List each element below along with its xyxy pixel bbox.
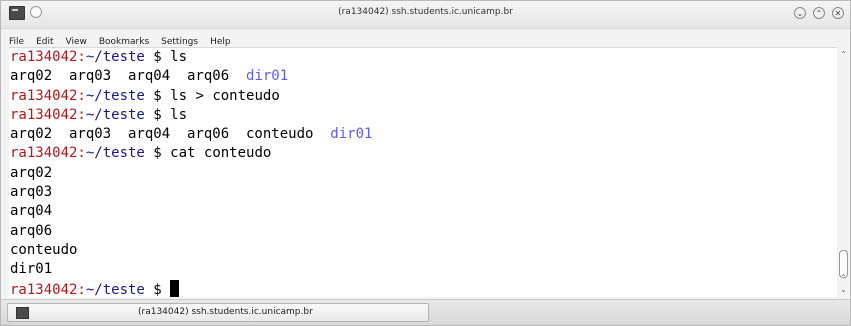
- prompt-user: ra134042:: [10, 87, 86, 104]
- terminal-line: ra134042:~/teste $ cat conteudo: [10, 144, 837, 163]
- terminal-line: ra134042:~/teste $ ls: [10, 48, 837, 67]
- prompt-symbol: $: [144, 145, 171, 162]
- terminal-line: ra134042:~/teste $ ls > conteudo: [10, 87, 837, 106]
- prompt-path: ~/teste: [85, 106, 145, 123]
- prompt-user: ra134042:: [10, 106, 86, 123]
- directory-name: dir01: [330, 126, 373, 143]
- terminal-line: arq04: [10, 203, 53, 220]
- menu-bar: File Edit View Bookmarks Settings Help: [1, 29, 850, 47]
- terminal-line: ra134042:~/teste $: [10, 279, 837, 297]
- command-text: ls: [170, 106, 188, 123]
- terminal-output[interactable]: ra134042:~/teste $ ls arq02 arq03 arq04 …: [9, 47, 837, 297]
- command-text: cat conteudo: [170, 145, 272, 162]
- taskbar-task-button[interactable]: (ra134042) ssh.students.ic.unicamp.br: [7, 303, 429, 322]
- terminal-line: ra134042:~/teste $ ls: [10, 106, 837, 125]
- directory-name: dir01: [246, 68, 289, 85]
- window-title: (ra134042) ssh.students.ic.unicamp.br: [338, 7, 513, 17]
- scroll-up-icon[interactable]: ⌃: [839, 273, 848, 282]
- prompt-symbol: $: [144, 106, 171, 123]
- prompt-path: ~/teste: [85, 87, 145, 104]
- menu-edit[interactable]: Edit: [30, 34, 59, 47]
- menu-bookmarks[interactable]: Bookmarks: [93, 34, 155, 47]
- taskbar: (ra134042) ssh.students.ic.unicamp.br: [1, 299, 850, 325]
- menu-help[interactable]: Help: [204, 34, 237, 47]
- prompt-symbol: $: [144, 49, 171, 65]
- text-cursor: [170, 279, 180, 297]
- menu-settings[interactable]: Settings: [155, 34, 204, 47]
- terminal-window: (ra134042) ssh.students.ic.unicamp.br ⌄ …: [0, 0, 851, 326]
- menu-file[interactable]: File: [1, 34, 30, 47]
- prompt-symbol: $: [144, 281, 171, 297]
- title-bar[interactable]: (ra134042) ssh.students.ic.unicamp.br ⌄ …: [1, 1, 850, 29]
- terminal-line: arq02 arq03 arq04 arq06 conteudo dir01: [10, 125, 837, 144]
- scroll-down-icon[interactable]: ⌄: [839, 285, 848, 294]
- prompt-user: ra134042:: [10, 49, 86, 65]
- taskbar-task-label: (ra134042) ssh.students.ic.unicamp.br: [138, 307, 313, 317]
- scroll-up-icon[interactable]: ⌃: [839, 50, 848, 59]
- prompt-user: ra134042:: [10, 145, 86, 162]
- terminal-line: arq02: [10, 164, 53, 181]
- output-text: arq02 arq03 arq04 arq06: [10, 68, 247, 85]
- close-button[interactable]: ✕: [832, 7, 844, 19]
- prompt-symbol: $: [144, 87, 171, 104]
- output-text: arq02 arq03 arq04 arq06 conteudo: [10, 126, 331, 143]
- terminal-line: arq02 arq03 arq04 arq06 dir01: [10, 67, 837, 86]
- prompt-path: ~/teste: [85, 49, 145, 65]
- command-text: ls > conteudo: [170, 87, 280, 104]
- prompt-user: ra134042:: [10, 281, 86, 297]
- command-text: ls: [170, 49, 188, 65]
- terminal-icon: [16, 307, 29, 319]
- prompt-path: ~/teste: [85, 281, 145, 297]
- terminal-line: dir01: [10, 261, 53, 278]
- minimize-button[interactable]: ⌄: [794, 7, 806, 19]
- prompt-path: ~/teste: [85, 145, 145, 162]
- menu-view[interactable]: View: [60, 34, 93, 47]
- terminal-line: conteudo: [10, 241, 78, 258]
- maximize-button[interactable]: ⌃: [813, 7, 825, 19]
- terminal-line: arq06: [10, 222, 53, 239]
- terminal-line: arq03: [10, 184, 53, 201]
- vertical-scrollbar[interactable]: ⌃ ⌃ ⌄: [837, 47, 850, 299]
